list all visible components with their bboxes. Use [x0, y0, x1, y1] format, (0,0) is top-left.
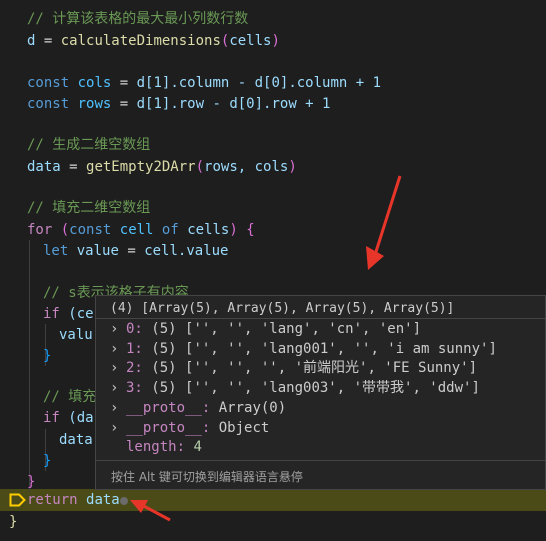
code-line-21: data	[59, 432, 93, 448]
code-line-4: const cols = d[1].column - d[0].column +…	[27, 75, 382, 91]
code-line-7: // 生成二维空数组	[27, 137, 151, 153]
chevron-right-icon[interactable]: ›	[110, 418, 126, 438]
hover-row-1[interactable]: › 1: (5) ['', '', 'lang001', '', 'i am su…	[110, 339, 497, 359]
debug-breakpoint-arrow-icon[interactable]	[9, 493, 26, 507]
hover-footer-hint: 按住 Alt 键可切换到编辑器语言悬停	[111, 470, 303, 484]
chevron-right-icon[interactable]: ›	[110, 378, 126, 398]
code-line-8: data = getEmpty2DArr(rows, cols)	[27, 159, 297, 175]
hover-row-2[interactable]: › 2: (5) ['', '', '', '前端阳光', 'FE Sunny']	[110, 358, 477, 378]
code-line-1: // 计算该表格的最大最小列数行数	[27, 11, 249, 27]
hover-row-length: length: 4	[126, 439, 202, 455]
chevron-right-icon[interactable]: ›	[110, 398, 126, 418]
hover-title: (4) [Array(5), Array(5), Array(5), Array…	[110, 301, 455, 316]
code-line-22: }	[43, 453, 52, 469]
chevron-right-icon[interactable]: ›	[110, 319, 126, 339]
hover-row-3[interactable]: › 3: (5) ['', '', 'lang003', '带带我', 'ddw'…	[110, 378, 480, 398]
code-line-17: }	[43, 348, 52, 364]
indent-guide	[29, 240, 30, 492]
code-line-24: return data	[27, 492, 120, 508]
code-line-16: valu	[59, 327, 93, 343]
chevron-right-icon[interactable]: ›	[110, 358, 126, 378]
hover-row-proto-array[interactable]: › __proto__: Array(0)	[110, 398, 286, 418]
code-line-25: }	[9, 514, 18, 530]
debug-hover-widget[interactable]: (4) [Array(5), Array(5), Array(5), Array…	[95, 295, 546, 490]
chevron-right-icon[interactable]: ›	[110, 339, 126, 359]
hover-row-0[interactable]: › 0: (5) ['', '', 'lang', 'cn', 'en']	[110, 319, 421, 339]
hover-indicator-dot	[120, 497, 128, 505]
code-line-11: for (const cell of cells) {	[27, 222, 255, 238]
code-line-5: const rows = d[1].row - d[0].row + 1	[27, 96, 331, 112]
code-line-10: // 填充二维空数组	[27, 200, 151, 216]
code-line-12: let value = cell.value	[43, 243, 229, 259]
hover-row-proto-object[interactable]: › __proto__: Object	[110, 418, 269, 438]
code-line-15: if (ce	[43, 306, 94, 322]
code-line-2: d = calculateDimensions(cells)	[27, 33, 280, 49]
code-line-20: if (da	[43, 410, 94, 426]
code-line-19: // 填充	[43, 389, 97, 405]
hover-footer-divider	[96, 460, 545, 461]
